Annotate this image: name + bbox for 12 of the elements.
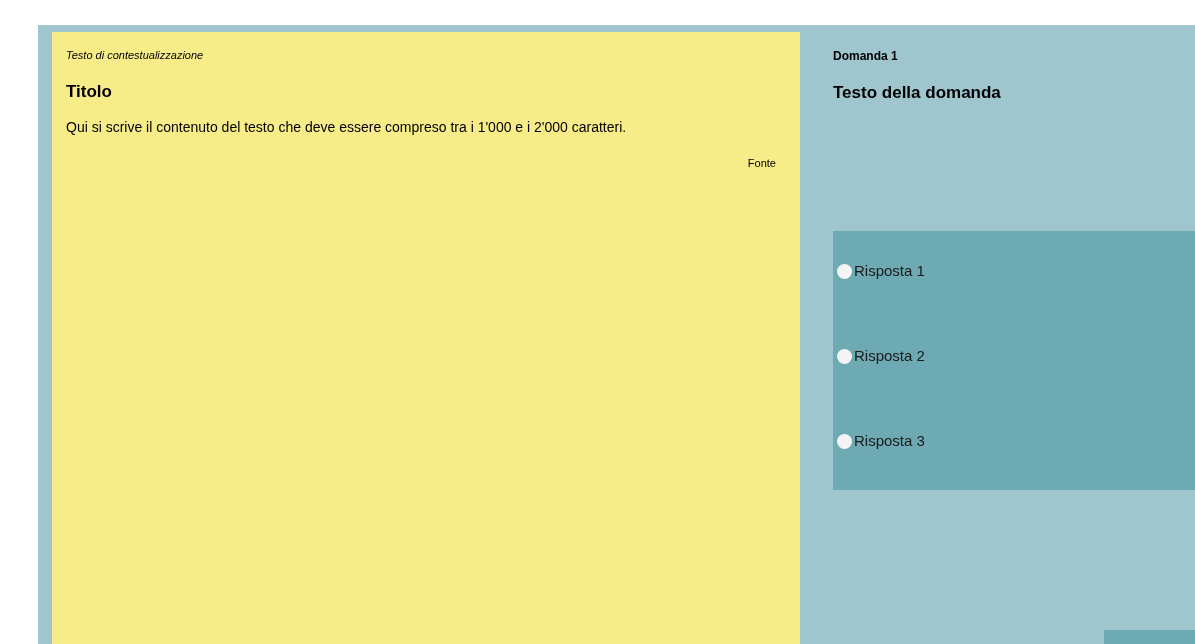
radio-button[interactable]	[837, 349, 852, 364]
context-label: Testo di contestualizzazione	[66, 48, 205, 63]
question-text: Testo della domanda	[833, 82, 1002, 104]
source-label: Fonte	[747, 156, 776, 171]
answer-option[interactable]: Risposta 1	[837, 261, 1195, 282]
answer-option[interactable]: Risposta 3	[837, 431, 1195, 452]
radio-button[interactable]	[837, 434, 852, 449]
context-title: Titolo	[66, 80, 113, 103]
answer-option[interactable]: Risposta 2	[837, 346, 1195, 367]
question-number: Domanda 1	[833, 48, 899, 65]
radio-button[interactable]	[837, 264, 852, 279]
context-body: Qui si scrive il contenuto del testo che deve essere compreso tra i 1'000 e i 2'000 caratteri.	[66, 118, 628, 137]
